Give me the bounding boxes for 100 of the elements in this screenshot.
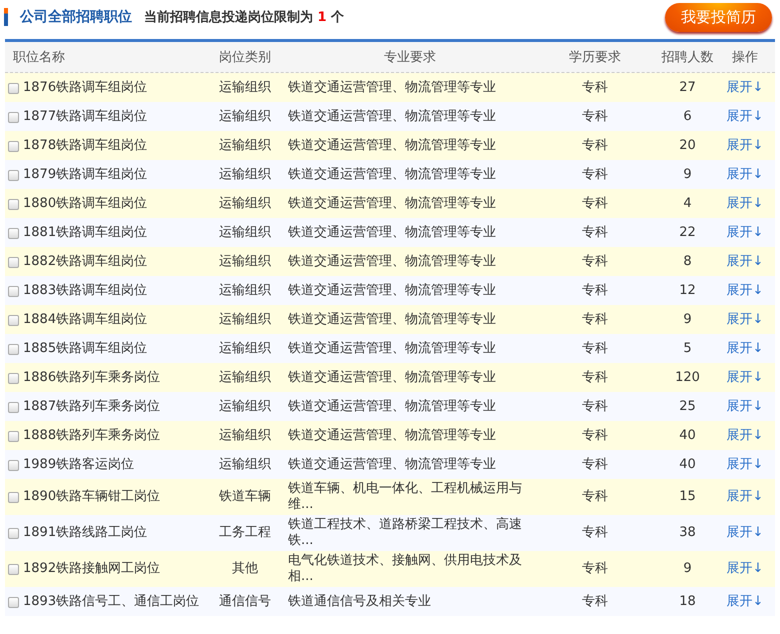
checkbox[interactable] bbox=[8, 344, 19, 354]
table-cell-text: 运输组织 bbox=[218, 282, 272, 300]
column-header: 专业要求 bbox=[383, 49, 437, 66]
table-cell-text: 专科 bbox=[581, 78, 609, 96]
table-cell-text: 运输组织 bbox=[218, 166, 272, 184]
table-cell-text: 专科 bbox=[581, 456, 609, 474]
job-title: 1893铁路信号工、通信工岗位 bbox=[23, 594, 200, 610]
table-cell-text: 5 bbox=[682, 340, 693, 358]
table-cell-text: 6 bbox=[682, 108, 693, 126]
checkbox[interactable] bbox=[8, 564, 19, 575]
job-title: 1887铁路列车乘务岗位 bbox=[23, 398, 160, 414]
checkbox[interactable] bbox=[8, 596, 19, 608]
table-cell-text: 22 bbox=[678, 224, 697, 242]
table-cell-text: 铁道交通运营管理、物流管理等专业 bbox=[287, 282, 497, 300]
expand-link[interactable]: 展开↓ bbox=[726, 108, 764, 124]
checkbox[interactable] bbox=[8, 112, 19, 122]
checkbox[interactable] bbox=[8, 256, 19, 268]
table-cell-text: 8 bbox=[682, 252, 693, 270]
table-cell-text: 运输组织 bbox=[218, 136, 272, 154]
checkbox[interactable] bbox=[8, 198, 19, 210]
column-header: 操作 bbox=[731, 49, 759, 66]
job-title: 1890铁路车辆钳工岗位 bbox=[23, 489, 160, 505]
table-cell-text: 铁道工程技术、道路桥梁工程技术、高速铁... bbox=[287, 516, 523, 550]
checkbox[interactable] bbox=[8, 430, 19, 442]
checkbox[interactable] bbox=[8, 82, 19, 94]
table-cell-text: 27 bbox=[678, 78, 697, 96]
table-cell-text: 专科 bbox=[581, 488, 609, 506]
expand-link[interactable]: 展开↓ bbox=[726, 196, 764, 210]
checkbox[interactable] bbox=[8, 170, 19, 180]
table-cell-text: 专科 bbox=[581, 524, 609, 542]
column-header: 学历要求 bbox=[568, 49, 622, 66]
table-cell-text: 4 bbox=[682, 194, 693, 212]
expand-link[interactable]: 展开↓ bbox=[726, 224, 764, 240]
table-cell-text: 18 bbox=[678, 592, 697, 610]
table-cell-text: 通信信号 bbox=[218, 592, 272, 610]
checkbox[interactable] bbox=[8, 460, 19, 470]
expand-link[interactable]: 展开↓ bbox=[726, 80, 764, 94]
job-title: 1884铁路调车组岗位 bbox=[23, 312, 148, 328]
table-cell-text: 运输组织 bbox=[218, 426, 272, 444]
expand-link[interactable]: 展开↓ bbox=[726, 340, 764, 356]
table-cell-text: 专科 bbox=[581, 426, 609, 444]
table-cell-text: 铁道交通运营管理、物流管理等专业 bbox=[287, 310, 497, 328]
column-header: 招聘人数 bbox=[660, 49, 714, 66]
checkbox[interactable] bbox=[8, 286, 19, 296]
column-header: 岗位类别 bbox=[218, 49, 272, 66]
table-cell-text: 运输组织 bbox=[218, 398, 272, 416]
checkbox[interactable] bbox=[8, 528, 19, 539]
table-cell-text: 运输组织 bbox=[218, 108, 272, 126]
expand-link[interactable]: 展开↓ bbox=[726, 525, 764, 540]
table-cell-text: 9 bbox=[682, 166, 693, 184]
checkbox[interactable] bbox=[8, 140, 19, 152]
section-title: 公司全部招聘职位 bbox=[20, 8, 132, 26]
checkbox[interactable] bbox=[8, 372, 19, 384]
table-cell-text: 专科 bbox=[581, 108, 609, 126]
table-cell-text: 专科 bbox=[581, 224, 609, 242]
table-cell-text: 铁道交通运营管理、物流管理等专业 bbox=[287, 252, 497, 270]
table-cell-text: 运输组织 bbox=[218, 252, 272, 270]
expand-link[interactable]: 展开↓ bbox=[726, 254, 764, 268]
job-title: 1885铁路调车组岗位 bbox=[23, 340, 148, 356]
table-cell-text: 运输组织 bbox=[218, 340, 272, 358]
checkbox[interactable] bbox=[8, 492, 19, 503]
checkbox[interactable] bbox=[8, 402, 19, 412]
job-title: 1989铁路客运岗位 bbox=[23, 456, 134, 472]
table-cell-text: 专科 bbox=[581, 340, 609, 358]
table-cell-text: 运输组织 bbox=[218, 456, 272, 474]
table-cell-text: 专科 bbox=[581, 592, 609, 610]
expand-link[interactable]: 展开↓ bbox=[726, 489, 764, 504]
expand-link[interactable]: 展开↓ bbox=[726, 561, 764, 576]
expand-link[interactable]: 展开↓ bbox=[726, 138, 764, 152]
job-title: 1881铁路调车组岗位 bbox=[23, 224, 148, 240]
table-cell-text: 9 bbox=[682, 310, 693, 328]
expand-link[interactable]: 展开↓ bbox=[726, 370, 764, 384]
table-cell-text: 20 bbox=[678, 136, 697, 154]
expand-link[interactable]: 展开↓ bbox=[726, 398, 764, 414]
expand-link[interactable]: 展开↓ bbox=[726, 282, 764, 298]
table-cell-text: 专科 bbox=[581, 166, 609, 184]
table-cell-text: 专科 bbox=[581, 398, 609, 416]
expand-link[interactable]: 展开↓ bbox=[726, 428, 764, 442]
table-cell-text: 运输组织 bbox=[218, 194, 272, 212]
job-title: 1877铁路调车组岗位 bbox=[23, 108, 148, 124]
job-title: 1876铁路调车组岗位 bbox=[23, 80, 148, 96]
table-cell-text: 专科 bbox=[581, 368, 609, 386]
checkbox[interactable] bbox=[8, 228, 19, 238]
table-cell-text: 专科 bbox=[581, 560, 609, 578]
expand-link[interactable]: 展开↓ bbox=[726, 594, 764, 608]
table-cell-text: 专科 bbox=[581, 194, 609, 212]
expand-link[interactable]: 展开↓ bbox=[726, 456, 764, 472]
job-title: 1880铁路调车组岗位 bbox=[23, 196, 148, 212]
table-cell-text: 铁道车辆、机电一体化、工程机械运用与维... bbox=[287, 480, 523, 514]
expand-link[interactable]: 展开↓ bbox=[726, 312, 764, 326]
table-cell-text: 铁道通信信号及相关专业 bbox=[287, 592, 432, 610]
table-cell-text: 运输组织 bbox=[218, 368, 272, 386]
table-cell-text: 运输组织 bbox=[218, 310, 272, 328]
checkbox[interactable] bbox=[8, 314, 19, 326]
apply-button[interactable]: 我要投简历 bbox=[665, 2, 772, 32]
table-cell-text: 25 bbox=[678, 398, 697, 416]
expand-link[interactable]: 展开↓ bbox=[726, 166, 764, 182]
table-cell-text: 专科 bbox=[581, 282, 609, 300]
table-cell-text: 铁道交通运营管理、物流管理等专业 bbox=[287, 368, 497, 386]
table-cell-text: 120 bbox=[674, 368, 701, 386]
